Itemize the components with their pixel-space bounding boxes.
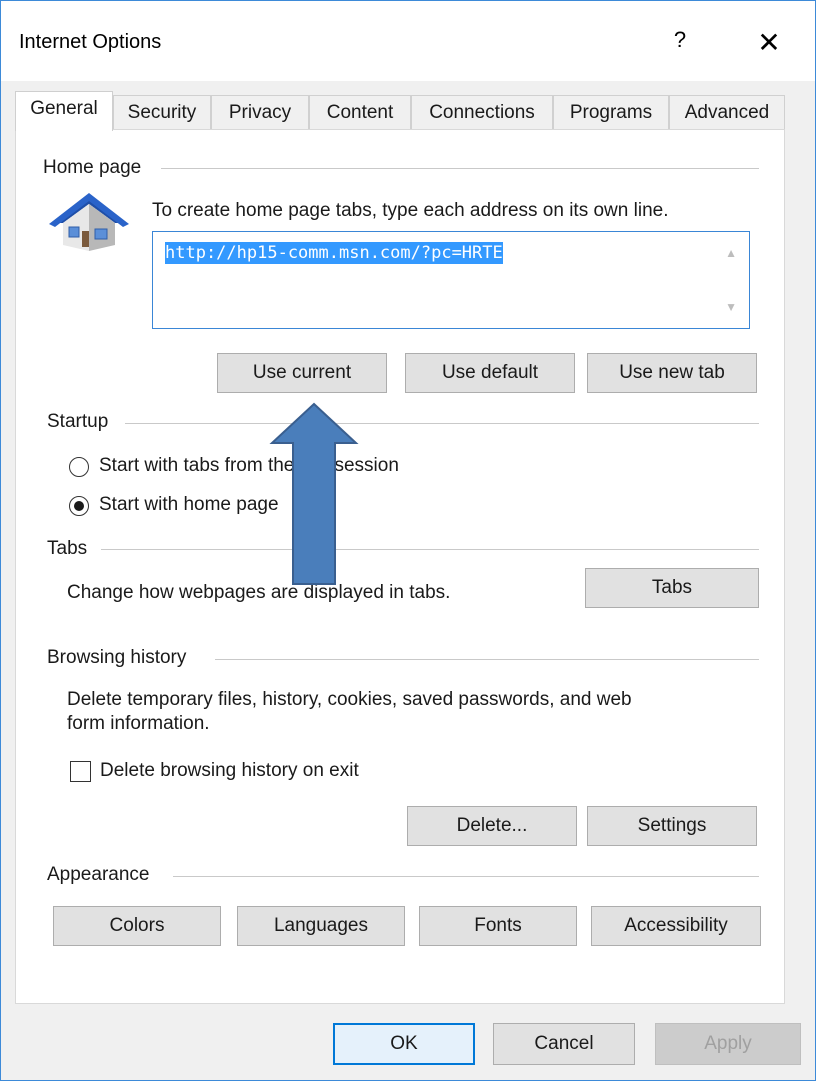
scroll-up-icon[interactable]: ▲ [725,246,737,260]
scroll-down-icon[interactable]: ▼ [725,300,737,314]
cancel-button[interactable]: Cancel [493,1023,635,1065]
delete-history-on-exit-checkbox[interactable] [70,761,91,782]
browsing-history-description-line2: form information. [67,713,210,734]
delete-history-on-exit-label: Delete browsing history on exit [100,760,359,781]
history-settings-button[interactable]: Settings [587,806,757,846]
home-page-house-icon [49,193,129,251]
help-button[interactable]: ? [665,27,695,59]
dialog-title: Internet Options [19,31,162,53]
use-default-button[interactable]: Use default [405,353,575,393]
tab-programs[interactable]: Programs [553,95,669,130]
use-new-tab-button[interactable]: Use new tab [587,353,757,393]
browsing-history-description-line1: Delete temporary files, history, cookies… [67,689,632,710]
tab-general[interactable]: General [15,91,113,131]
tabs-settings-button[interactable]: Tabs [585,568,759,608]
title-bar: Internet Options ? ✕ [1,1,815,81]
tab-privacy[interactable]: Privacy [211,95,309,130]
startup-group-title: Startup [47,411,117,433]
up-arrow-annotation-icon [269,402,359,585]
accessibility-button[interactable]: Accessibility [591,906,761,946]
use-current-button[interactable]: Use current [217,353,387,393]
home-page-url: http://hp15-comm.msn.com/?pc=HRTE [165,242,503,264]
tab-connections[interactable]: Connections [411,95,553,130]
tab-advanced[interactable]: Advanced [669,95,785,130]
delete-history-button[interactable]: Delete... [407,806,577,846]
close-button[interactable]: ✕ [749,23,789,63]
ok-button[interactable]: OK [333,1023,475,1065]
startup-home-page-radio[interactable] [69,496,89,516]
tab-content[interactable]: Content [309,95,411,130]
home-page-group-title: Home page [43,157,150,179]
apply-button[interactable]: Apply [655,1023,801,1065]
home-page-url-textarea[interactable]: http://hp15-comm.msn.com/?pc=HRTE ▲ ▼ [152,231,750,329]
startup-home-page-label: Start with home page [99,494,279,515]
tabs-description: Change how webpages are displayed in tab… [67,582,451,603]
colors-button[interactable]: Colors [53,906,221,946]
appearance-divider [173,876,759,877]
appearance-group-title: Appearance [47,864,158,886]
tabs-divider [101,549,759,550]
tabs-group-title: Tabs [47,538,96,560]
fonts-button[interactable]: Fonts [419,906,577,946]
languages-button[interactable]: Languages [237,906,405,946]
startup-last-session-radio[interactable] [69,457,89,477]
home-page-description: To create home page tabs, type each addr… [152,200,669,221]
tab-security[interactable]: Security [113,95,211,130]
home-page-divider [161,168,759,169]
browsing-history-divider [215,659,759,660]
internet-options-dialog: Internet Options ? ✕ General Security Pr… [0,0,816,1081]
browsing-history-group-title: Browsing history [47,647,195,669]
startup-divider [125,423,759,424]
